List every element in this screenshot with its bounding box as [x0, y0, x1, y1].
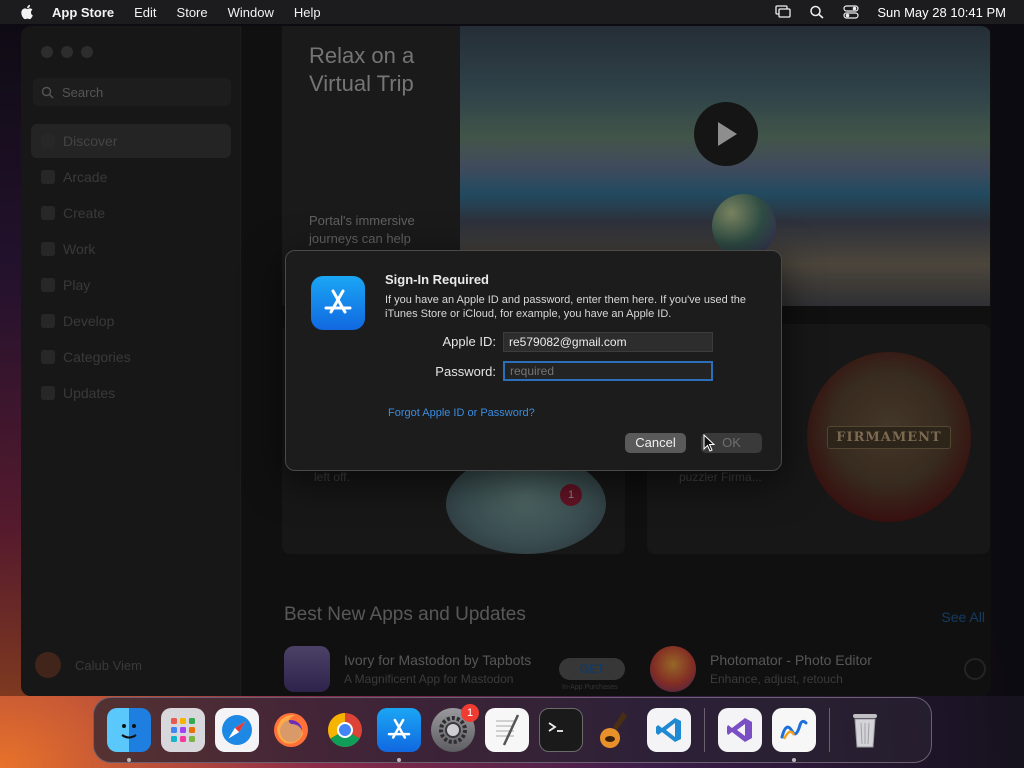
running-indicator [397, 758, 401, 762]
firefox-icon[interactable] [269, 708, 313, 752]
app-store-icon[interactable] [377, 708, 421, 762]
notification-badge: 1 [461, 704, 479, 722]
menu-bar-clock[interactable]: Sun May 28 10:41 PM [877, 5, 1006, 20]
system-settings-icon[interactable]: 1 [431, 704, 479, 752]
vscode-icon[interactable] [647, 708, 691, 752]
control-center-icon[interactable] [843, 5, 859, 19]
textedit-icon[interactable] [485, 708, 529, 752]
apple-logo-icon[interactable] [18, 4, 36, 20]
running-indicator [792, 758, 796, 762]
freeform-icon[interactable] [772, 708, 816, 762]
screen-mirroring-icon[interactable] [775, 5, 792, 19]
dialog-title: Sign-In Required [385, 272, 489, 287]
garageband-icon[interactable] [593, 708, 637, 752]
menu-window[interactable]: Window [228, 5, 274, 20]
dialog-message: If you have an Apple ID and password, en… [385, 294, 747, 320]
visual-studio-icon[interactable] [718, 708, 762, 752]
trash-icon[interactable] [843, 708, 887, 752]
safari-icon[interactable] [215, 708, 259, 752]
apple-id-label: Apple ID: [442, 334, 496, 349]
forgot-password-link[interactable]: Forgot Apple ID or Password? [388, 407, 535, 419]
menu-edit[interactable]: Edit [134, 5, 156, 20]
dock-separator [829, 708, 830, 752]
cancel-button[interactable]: Cancel [625, 433, 686, 453]
dock-separator [704, 708, 705, 752]
finder-icon[interactable] [107, 708, 151, 762]
password-field[interactable] [503, 361, 713, 381]
launchpad-icon[interactable] [161, 708, 205, 752]
terminal-icon[interactable] [539, 708, 583, 752]
menu-store[interactable]: Store [177, 5, 208, 20]
menu-help[interactable]: Help [294, 5, 321, 20]
dock: 1 [93, 697, 932, 763]
mouse-pointer-icon [703, 434, 716, 452]
menu-bar: App Store Edit Store Window Help Sun May… [0, 0, 1024, 24]
running-indicator [127, 758, 131, 762]
chrome-icon[interactable] [323, 708, 367, 752]
apple-id-field[interactable]: re579082@gmail.com [503, 332, 713, 352]
spotlight-search-icon[interactable] [809, 5, 825, 19]
app-store-icon [311, 276, 365, 330]
apple-id-value: re579082@gmail.com [509, 335, 627, 349]
menu-app-name[interactable]: App Store [52, 5, 114, 20]
password-label: Password: [435, 364, 496, 379]
